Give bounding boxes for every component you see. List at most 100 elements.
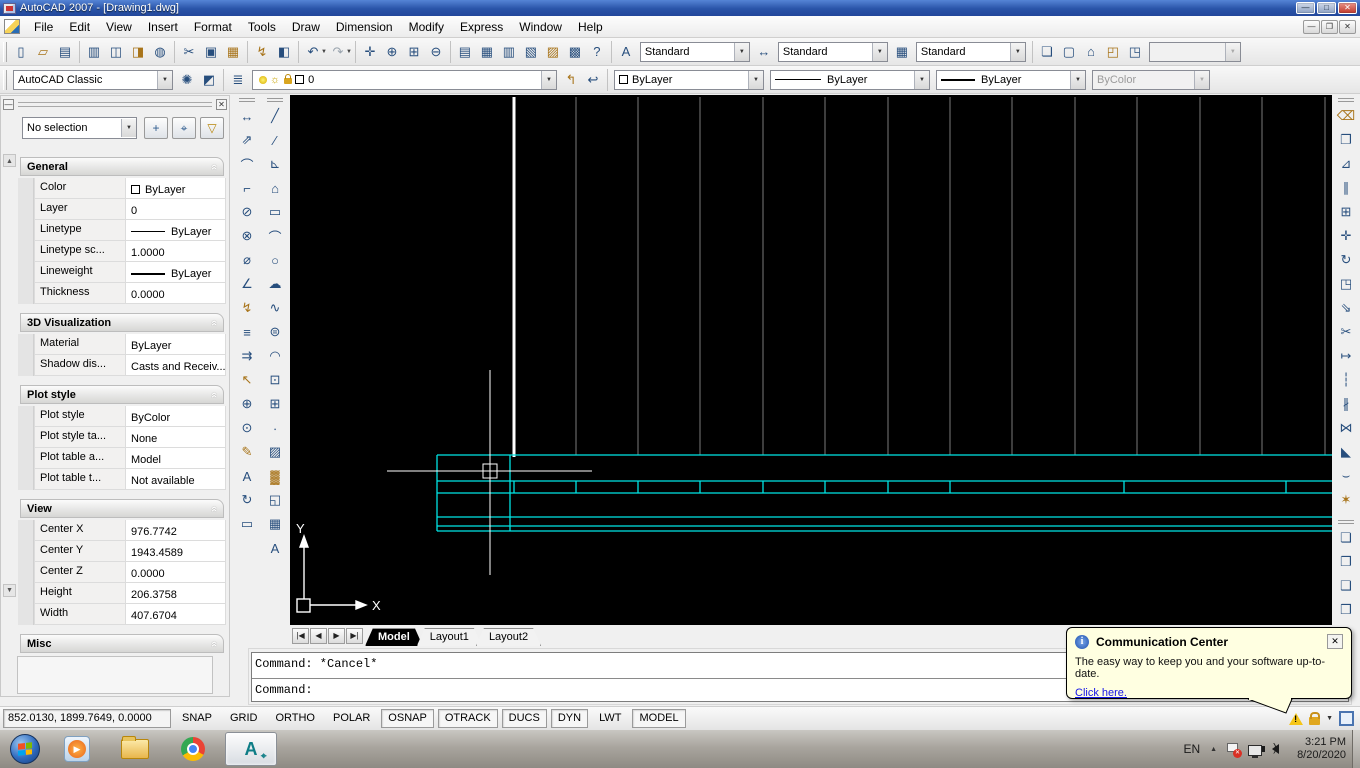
trim-button[interactable]: ✂: [1334, 320, 1358, 344]
status-menu-icon[interactable]: ▼: [1326, 715, 1333, 722]
quickcalc-button[interactable]: ▩: [564, 41, 586, 63]
menu-edit[interactable]: Edit: [61, 17, 98, 37]
new-button[interactable]: ▯: [10, 41, 32, 63]
tool-palettes-button[interactable]: ▥: [498, 41, 520, 63]
first-tab-button[interactable]: |◀: [292, 628, 309, 644]
previous-tab-button[interactable]: ◀: [310, 628, 327, 644]
dim-jogged-button[interactable]: ⊗: [235, 224, 259, 248]
prop-row-linetype-scale[interactable]: Linetype sc... 1.0000: [18, 241, 226, 262]
toggle-otrack[interactable]: OTRACK: [437, 709, 498, 728]
collapse-icon[interactable]: «: [208, 319, 220, 325]
scale-button[interactable]: ◳: [1334, 272, 1358, 296]
rotate-button[interactable]: ↻: [1334, 248, 1358, 272]
stretch-button[interactable]: ⇘: [1334, 296, 1358, 320]
single-viewport-button[interactable]: ▢: [1058, 41, 1080, 63]
toggle-ortho[interactable]: ORTHO: [268, 709, 322, 728]
select-objects-button[interactable]: ⌖: [172, 117, 196, 139]
layer-on-icon[interactable]: [259, 75, 267, 84]
menu-view[interactable]: View: [98, 17, 140, 37]
clip-viewport-button[interactable]: ◳: [1124, 41, 1146, 63]
linetype-combo[interactable]: ByLayer ▼: [770, 69, 930, 90]
dim-style-button[interactable]: ▭: [235, 512, 259, 536]
scroll-up-icon[interactable]: ▲: [3, 154, 16, 167]
make-block-button[interactable]: ⊞: [263, 392, 287, 416]
chevron-down-icon[interactable]: ▼: [1009, 42, 1025, 61]
region-button[interactable]: ◱: [263, 488, 287, 512]
dim-baseline-button[interactable]: ≡: [235, 320, 259, 344]
menu-draw[interactable]: Draw: [284, 17, 328, 37]
ellipse-button[interactable]: ⊜: [263, 320, 287, 344]
polyline-button[interactable]: ⊾: [263, 152, 287, 176]
tab-layout1[interactable]: Layout1: [417, 628, 482, 646]
construction-line-button[interactable]: ∕: [263, 128, 287, 152]
dim-text-edit-button[interactable]: ✎: [235, 440, 259, 464]
taskbar-item-media-player[interactable]: ▶: [51, 732, 103, 766]
circle-button[interactable]: ○: [263, 248, 287, 272]
revision-cloud-button[interactable]: ☁: [263, 272, 287, 296]
table-button[interactable]: ▦: [263, 512, 287, 536]
quick-dimension-button[interactable]: ↯: [235, 296, 259, 320]
tab-layout2[interactable]: Layout2: [476, 628, 541, 646]
collapse-icon[interactable]: «: [208, 640, 220, 646]
polygon-button[interactable]: ⌂: [263, 176, 287, 200]
section-view[interactable]: View «: [20, 499, 224, 518]
palette-drag-handle[interactable]: [18, 102, 212, 107]
network-icon[interactable]: [1248, 744, 1263, 758]
palette-minimize-button[interactable]: —: [3, 99, 14, 110]
prop-row-center-y[interactable]: Center Y 1943.4589: [18, 541, 226, 562]
prop-row-material[interactable]: Material ByLayer: [18, 334, 226, 355]
help-button[interactable]: ?: [586, 41, 608, 63]
toolbar-grip[interactable]: [1338, 98, 1354, 102]
section-plot-style[interactable]: Plot style «: [20, 385, 224, 404]
send-to-back-button[interactable]: ❐: [1334, 550, 1358, 574]
text-style-combo[interactable]: Standard ▼: [639, 41, 750, 62]
menu-express[interactable]: Express: [452, 17, 511, 37]
color-combo[interactable]: ByLayer ▼: [614, 69, 764, 90]
dim-style-combo[interactable]: Standard ▼: [777, 41, 888, 62]
open-button[interactable]: ▱: [32, 41, 54, 63]
spline-button[interactable]: ∿: [263, 296, 287, 320]
balloon-click-here-link[interactable]: Click here.: [1075, 687, 1127, 699]
explode-button[interactable]: ✶: [1334, 488, 1358, 512]
quick-select-button[interactable]: ▽: [200, 117, 224, 139]
dim-arc-length-button[interactable]: ⌒: [235, 152, 259, 176]
prop-row-center-x[interactable]: Center X 976.7742: [18, 520, 226, 541]
zoom-window-button[interactable]: ⊞: [403, 41, 425, 63]
paste-icon[interactable]: ▦: [222, 41, 244, 63]
collapse-icon[interactable]: «: [208, 163, 220, 169]
section-general[interactable]: General «: [20, 157, 224, 176]
menu-format[interactable]: Format: [186, 17, 240, 37]
line-button[interactable]: ╱: [263, 104, 287, 128]
chevron-down-icon[interactable]: ▼: [157, 70, 172, 89]
lineweight-combo[interactable]: ByLayer ▼: [936, 69, 1086, 90]
designcenter-button[interactable]: ▦: [476, 41, 498, 63]
dim-angular-button[interactable]: ∠: [235, 272, 259, 296]
menu-window[interactable]: Window: [511, 17, 570, 37]
sheet-set-manager-button[interactable]: ▧: [520, 41, 542, 63]
break-button[interactable]: ∦: [1334, 392, 1358, 416]
show-desktop-button[interactable]: [1352, 730, 1360, 768]
plot-button[interactable]: ▥: [83, 41, 105, 63]
ellipse-arc-button[interactable]: ◠: [263, 344, 287, 368]
quick-leader-button[interactable]: ↖: [235, 368, 259, 392]
chevron-down-icon[interactable]: ▼: [733, 42, 749, 61]
toggle-pickadd-button[interactable]: +: [144, 117, 168, 139]
start-button[interactable]: [10, 734, 40, 764]
chevron-down-icon[interactable]: ▼: [1070, 70, 1085, 89]
layer-previous-button[interactable]: ↩: [582, 69, 604, 91]
chevron-down-icon[interactable]: ▼: [871, 42, 887, 61]
layer-combo[interactable]: ☼ 0 ▼: [252, 69, 557, 90]
my-workspace-button[interactable]: ◩: [198, 69, 220, 91]
properties-palette-button[interactable]: ▤: [454, 41, 476, 63]
dim-continue-button[interactable]: ⇉: [235, 344, 259, 368]
chevron-down-icon[interactable]: ▼: [121, 119, 136, 137]
dim-ordinate-button[interactable]: ⌐: [235, 176, 259, 200]
menu-tools[interactable]: Tools: [240, 17, 284, 37]
erase-button[interactable]: ⌫: [1334, 104, 1358, 128]
mdi-close-button[interactable]: ✕: [1339, 19, 1356, 34]
center-mark-button[interactable]: ⊙: [235, 416, 259, 440]
window-maximize-button[interactable]: □: [1317, 2, 1336, 14]
prop-row-plot-table-attached[interactable]: Plot table a... Model: [18, 448, 226, 469]
mdi-restore-button[interactable]: ❐: [1321, 19, 1338, 34]
polygonal-viewport-button[interactable]: ⌂: [1080, 41, 1102, 63]
